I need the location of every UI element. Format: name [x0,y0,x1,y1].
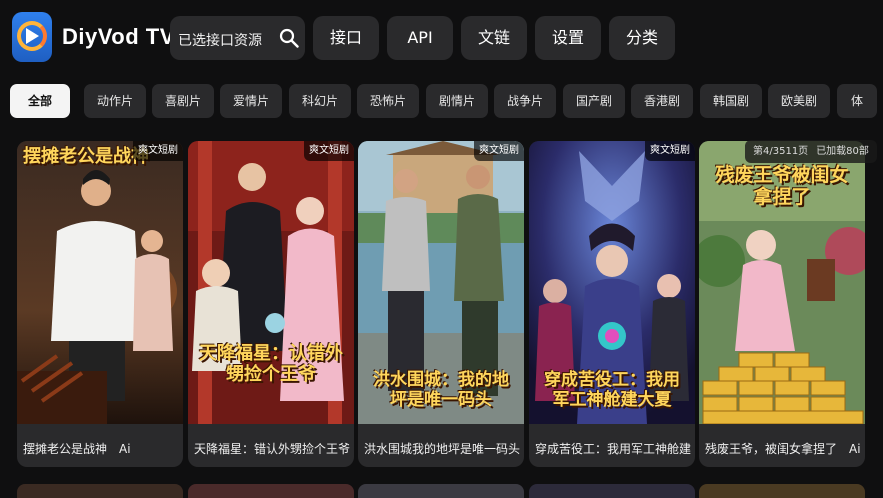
category-all[interactable]: 全部 [10,84,70,118]
pagination-indicator: 第4/3511页 已加载80部 [745,140,877,163]
video-poster: 洪水围城：我的地坪是唯一码头 爽文短剧 [358,141,524,424]
poster-title-text: 天降福星：认错外甥捡个王爷 [199,343,343,385]
page-number: 第4/3511页 [753,146,809,157]
category-sports[interactable]: 体 [837,84,877,118]
play-icon [26,28,39,44]
category-comedy[interactable]: 喜剧片 [152,84,214,118]
video-poster: 摆摊老公是战神 爽文短剧 [17,141,183,424]
category-western[interactable]: 欧美剧 [768,84,830,118]
category-badge: 爽文短剧 [304,141,354,161]
category-horror[interactable]: 恐怖片 [357,84,419,118]
category-action[interactable]: 动作片 [84,84,146,118]
interface-button[interactable]: 接口 [313,16,379,60]
category-war[interactable]: 战争片 [494,84,556,118]
link-button[interactable]: 文链 [461,16,527,60]
poster-title-text: 穿成苦役工：我用军工神舱建大夏 [544,370,680,410]
video-card[interactable]: 洪水围城：我的地坪是唯一码头 爽文短剧 洪水围城我的地坪是唯一码头 Ai [358,141,524,467]
video-poster: 天降福星：认错外甥捡个王爷 爽文短剧 [188,141,354,424]
poster-title-text: 残废王爷被闺女拿捏了 [715,164,849,208]
video-title: 洪水围城我的地坪是唯一码头 Ai [364,442,520,456]
category-bar: 全部 动作片 喜剧片 爱情片 科幻片 恐怖片 剧情片 战争片 国产剧 香港剧 韩… [0,82,883,122]
app-title: DiyVod TV [62,24,175,49]
loaded-count: 已加载80部 [816,146,869,157]
video-card[interactable]: 摆摊老公是战神 爽文短剧 摆摊老公是战神 Ai [17,141,183,467]
category-scifi[interactable]: 科幻片 [289,84,351,118]
video-poster: 残废王爷被闺女拿捏了 [699,141,865,424]
video-title: 穿成苦役工：我用军工神舱建... [535,442,691,456]
category-korean[interactable]: 韩国剧 [700,84,762,118]
video-card-next-row[interactable] [188,484,354,498]
video-card-next-row[interactable] [358,484,524,498]
video-title: 残废王爷，被闺女拿捏了 Ai [705,442,861,456]
category-romance[interactable]: 爱情片 [220,84,282,118]
video-card[interactable]: 天降福星：认错外甥捡个王爷 爽文短剧 天降福星：错认外甥捡个王爷... [188,141,354,467]
search-placeholder: 已选接口资源 [178,33,262,49]
settings-button[interactable]: 设置 [535,16,601,60]
poster-title-text: 洪水围城：我的地坪是唯一码头 [373,370,509,410]
video-poster: 穿成苦役工：我用军工神舱建大夏 爽文短剧 [529,141,695,424]
search-box[interactable]: 已选接口资源 [170,16,305,60]
category-badge: 爽文短剧 [133,141,183,161]
video-card[interactable]: 残废王爷被闺女拿捏了 残废王爷，被闺女拿捏了 Ai [699,141,865,467]
video-title: 摆摊老公是战神 Ai [23,442,131,456]
video-card-next-row[interactable] [17,484,183,498]
category-domestic[interactable]: 国产剧 [563,84,625,118]
category-button[interactable]: 分类 [609,16,675,60]
video-card-next-row[interactable] [699,484,865,498]
video-title: 天降福星：错认外甥捡个王爷... [194,442,350,456]
video-card[interactable]: 穿成苦役工：我用军工神舱建大夏 爽文短剧 穿成苦役工：我用军工神舱建... [529,141,695,467]
app-logo [12,12,52,62]
video-card-next-row[interactable] [529,484,695,498]
search-icon[interactable] [279,28,299,48]
category-badge: 爽文短剧 [474,141,524,161]
category-drama[interactable]: 剧情片 [426,84,488,118]
api-button[interactable]: API [387,16,453,60]
category-badge: 爽文短剧 [645,141,695,161]
category-hongkong[interactable]: 香港剧 [631,84,693,118]
